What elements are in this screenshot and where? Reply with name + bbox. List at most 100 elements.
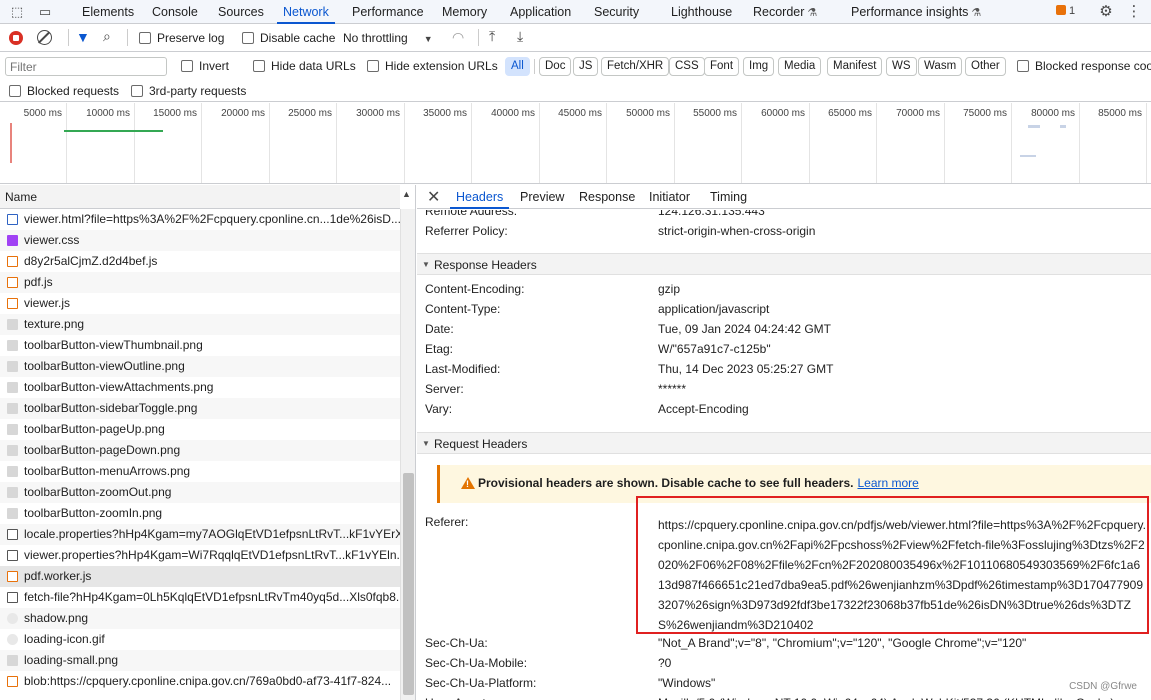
request-row[interactable]: d8y2r5alCjmZ.d2d4bef.js	[0, 251, 400, 272]
type-filter-font[interactable]: Font	[704, 57, 740, 76]
blocked-response-cookies-checkbox[interactable]: Blocked response coo	[1017, 59, 1151, 73]
divider	[478, 29, 479, 46]
request-name: blob:https://cpquery.cponline.cnipa.gov.…	[24, 674, 392, 688]
import-har-icon[interactable]: ⤒	[489, 28, 495, 45]
request-row[interactable]: viewer.html?file=https%3A%2F%2Fcpquery.c…	[0, 209, 400, 230]
response-headers-section[interactable]: ▼ Response Headers	[417, 253, 1151, 275]
request-row[interactable]: viewer.properties?hHp4Kgam=Wi7RqqlqEtVD1…	[0, 545, 400, 566]
filter-input[interactable]	[5, 57, 167, 76]
tab-initiator[interactable]: Initiator	[649, 185, 690, 209]
tab-console[interactable]: Console	[152, 0, 198, 24]
tab-response[interactable]: Response	[579, 185, 635, 209]
export-har-icon[interactable]: ⤓	[517, 28, 523, 45]
request-row[interactable]: pdf.js	[0, 272, 400, 293]
request-row[interactable]: toolbarButton-viewAttachments.png	[0, 377, 400, 398]
request-row[interactable]: loading-small.png	[0, 650, 400, 671]
request-row[interactable]: toolbarButton-pageDown.png	[0, 440, 400, 461]
blocked-requests-checkbox[interactable]: Blocked requests	[9, 84, 119, 98]
request-row[interactable]: locale.properties?hHp4Kgam=my7AOGlqEtVD1…	[0, 524, 400, 545]
search-icon[interactable]: ⌕	[103, 28, 111, 45]
type-filter-manifest[interactable]: Manifest	[827, 57, 883, 76]
hide-data-urls-checkbox[interactable]: Hide data URLs	[253, 59, 356, 73]
issues-badge[interactable]: 1	[1056, 5, 1075, 19]
column-header-name[interactable]: Name	[0, 185, 400, 209]
type-filter-fetch-xhr[interactable]: Fetch/XHR	[601, 57, 670, 76]
request-row[interactable]: pdf.worker.js	[0, 566, 400, 587]
invert-checkbox[interactable]: Invert	[181, 59, 229, 73]
header-key: User-Agent:	[425, 696, 489, 700]
device-toolbar-icon[interactable]: ▭	[36, 3, 54, 21]
tab-security[interactable]: Security	[594, 0, 639, 24]
tab-sources[interactable]: Sources	[218, 0, 264, 24]
tab-memory[interactable]: Memory	[442, 0, 487, 24]
request-name: viewer.html?file=https%3A%2F%2Fcpquery.c…	[24, 212, 400, 226]
hide-extension-urls-checkbox[interactable]: Hide extension URLs	[367, 59, 498, 73]
type-filter-wasm[interactable]: Wasm	[918, 57, 963, 76]
tab-performance[interactable]: Performance	[352, 0, 424, 24]
record-stop-button[interactable]	[9, 31, 23, 45]
timeline-gridline	[1146, 103, 1147, 183]
tab-timing[interactable]: Timing	[710, 185, 747, 209]
request-row[interactable]: toolbarButton-menuArrows.png	[0, 461, 400, 482]
tab-lighthouse[interactable]: Lighthouse	[671, 0, 732, 24]
request-row[interactable]: viewer.js	[0, 293, 400, 314]
third-party-requests-checkbox[interactable]: 3rd-party requests	[131, 84, 246, 98]
timeline-tick-label: 40000 ms	[491, 108, 535, 119]
request-row[interactable]: toolbarButton-pageUp.png	[0, 419, 400, 440]
preserve-log-checkbox[interactable]: Preserve log	[139, 31, 224, 45]
type-filter-all[interactable]: All	[505, 57, 530, 76]
request-row[interactable]: blob:https://cpquery.cponline.cnipa.gov.…	[0, 671, 400, 692]
blocked-response-cookies-label: Blocked response coo	[1035, 59, 1151, 73]
close-icon[interactable]: ✕	[427, 187, 440, 207]
request-row[interactable]: toolbarButton-viewThumbnail.png	[0, 335, 400, 356]
request-row[interactable]: toolbarButton-zoomIn.png	[0, 503, 400, 524]
type-filter-doc[interactable]: Doc	[539, 57, 572, 76]
inspect-element-icon[interactable]: ⬚	[8, 3, 26, 21]
request-row[interactable]: loading-icon.gif	[0, 629, 400, 650]
type-filter-other[interactable]: Other	[965, 57, 1006, 76]
request-headers-section[interactable]: ▼ Request Headers	[417, 432, 1151, 454]
filter-funnel-icon[interactable]: ▼	[76, 29, 90, 45]
type-filter-media[interactable]: Media	[778, 57, 822, 76]
tab-recorder[interactable]: Recorder ⚗	[753, 0, 817, 24]
request-name: pdf.worker.js	[24, 569, 92, 583]
tab-elements[interactable]: Elements	[82, 0, 134, 24]
checkbox-box	[242, 32, 254, 44]
tab-performance-insights[interactable]: Performance insights ⚗	[851, 0, 981, 24]
type-filter-ws[interactable]: WS	[886, 57, 917, 76]
tab-preview[interactable]: Preview	[520, 185, 564, 209]
request-row[interactable]: shadow.png	[0, 608, 400, 629]
timeline-overview[interactable]: 5000 ms 10000 ms 15000 ms 20000 ms 25000 ms 3…	[0, 103, 1151, 184]
gear-icon[interactable]: ⚙	[1097, 3, 1115, 21]
divider	[68, 29, 69, 46]
request-row[interactable]: fetch-file?hHp4Kgam=0Lh5KqlqEtVD1efpsnLt…	[0, 587, 400, 608]
clear-icon[interactable]	[37, 30, 52, 45]
timeline-gridline	[1011, 103, 1012, 183]
tab-network[interactable]: Network	[277, 0, 335, 24]
type-filter-js[interactable]: JS	[573, 57, 599, 76]
learn-more-link[interactable]: Learn more	[857, 476, 918, 490]
more-options-icon[interactable]: ⋮	[1125, 3, 1143, 21]
type-filter-css[interactable]: CSS	[669, 57, 705, 76]
request-row[interactable]: toolbarButton-viewOutline.png	[0, 356, 400, 377]
chevron-down-icon: ▼	[423, 34, 433, 44]
request-row[interactable]: viewer.css	[0, 230, 400, 251]
flask-icon: ⚗	[807, 7, 818, 19]
tab-headers[interactable]: Headers	[449, 185, 510, 209]
watermark: CSDN @Gfrwe	[1069, 681, 1137, 692]
js-file-icon	[7, 676, 18, 687]
checkbox-box	[181, 60, 193, 72]
tab-application[interactable]: Application	[510, 0, 571, 24]
request-row[interactable]: toolbarButton-zoomOut.png	[0, 482, 400, 503]
timeline-marker	[10, 123, 12, 163]
request-row[interactable]: texture.png	[0, 314, 400, 335]
request-row[interactable]: toolbarButton-sidebarToggle.png	[0, 398, 400, 419]
type-filter-img[interactable]: Img	[743, 57, 775, 76]
disable-cache-checkbox[interactable]: Disable cache	[242, 31, 335, 45]
request-list-scrollbar[interactable]	[400, 209, 415, 700]
header-key: Sec-Ch-Ua-Mobile:	[425, 656, 528, 670]
throttling-select[interactable]: No throttling ▼	[343, 31, 433, 45]
scrollbar-thumb[interactable]	[403, 473, 414, 695]
img-file-icon	[7, 319, 18, 330]
network-conditions-icon[interactable]: ◠	[452, 29, 464, 46]
